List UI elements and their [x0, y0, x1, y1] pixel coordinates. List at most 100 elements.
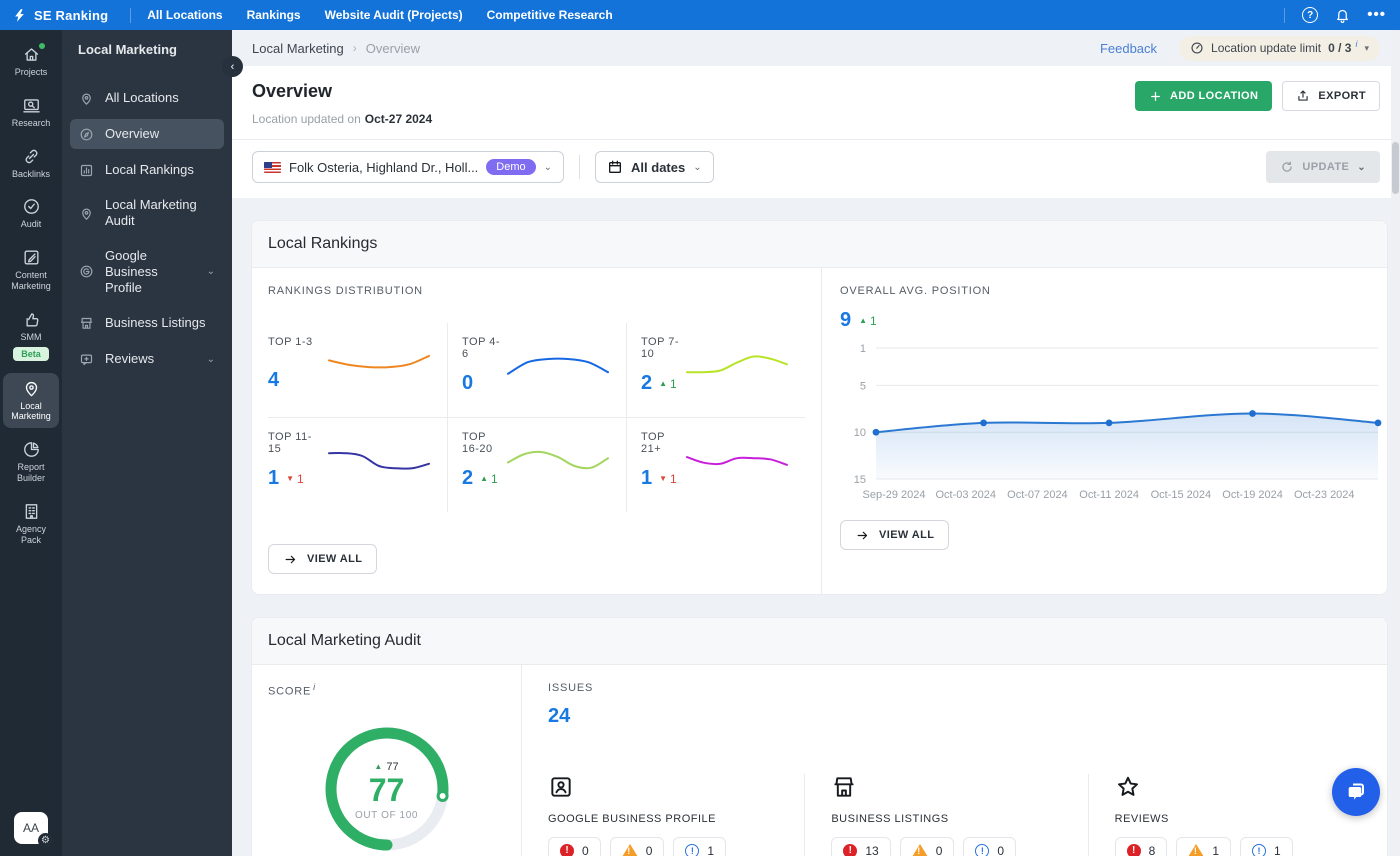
sidebar-item-local-marketing-audit[interactable]: Local Marketing Audit	[70, 191, 224, 236]
rail-item-audit[interactable]: Audit	[3, 191, 59, 236]
nav-competitive-research[interactable]: Competitive Research	[487, 8, 613, 22]
rail-item-projects[interactable]: Projects	[3, 39, 59, 84]
svg-text:10: 10	[854, 427, 866, 439]
gear-icon[interactable]: ⚙	[38, 833, 53, 848]
errors-badge[interactable]: ! 13	[831, 837, 891, 856]
location-select[interactable]: Folk Osteria, Highland Dr., Holl... Demo…	[252, 151, 565, 183]
sidebar-item-overview[interactable]: Overview	[70, 119, 224, 149]
svg-text:Oct-23 2024: Oct-23 2024	[1294, 489, 1355, 501]
warnings-badge[interactable]: 0	[609, 837, 665, 856]
location-update-limit[interactable]: Location update limit 0 / 3 i ▾	[1179, 35, 1380, 61]
limit-value: 0 / 3	[1328, 41, 1352, 55]
card-title: Local Rankings	[252, 221, 1387, 268]
calendar-icon	[607, 159, 623, 175]
avatar[interactable]: AA ⚙	[14, 812, 53, 848]
sidebar-item-local-rankings[interactable]: Local Rankings	[70, 155, 224, 185]
avg-position-chart[interactable]: 1 5 10 15 Sep-29 2024 Oct-03 2024 Oct-07 2024 O…	[840, 338, 1382, 506]
rankings-view-all-button[interactable]: VIEW ALL	[268, 544, 378, 574]
feedback-link[interactable]: Feedback	[1100, 41, 1157, 56]
arrow-up-icon: ▲	[859, 316, 868, 325]
warnings-badge[interactable]: 0	[899, 837, 955, 856]
chat-widget-button[interactable]	[1332, 768, 1380, 816]
rail-item-report-builder[interactable]: Report Builder	[3, 434, 59, 490]
tile-top-1-3[interactable]: TOP 1-3 4	[268, 323, 447, 417]
sidebar-item-reviews[interactable]: Reviews ⌄	[70, 344, 224, 374]
status-dot	[39, 43, 45, 49]
storefront-icon	[831, 774, 1075, 800]
avg-position-panel: OVERALL AVG. POSITION 9 ▲ 1 1 5 10 15 Sep-29 …	[822, 268, 1387, 594]
export-button[interactable]: EXPORT	[1282, 81, 1380, 111]
sparkline	[504, 347, 612, 385]
tile-top-16-20[interactable]: TOP 16-20 2 ▲ 1	[447, 417, 626, 512]
sparkline	[504, 442, 612, 480]
tile-top-21-plus[interactable]: TOP 21+ 1 ▼ 1	[626, 417, 805, 512]
nav-website-audit[interactable]: Website Audit (Projects)	[325, 8, 463, 22]
info-superscript: i	[1355, 38, 1358, 49]
notice-icon: !	[685, 843, 700, 856]
speedometer-icon	[1190, 41, 1204, 55]
audit-issues-panel: ISSUES 24 GOOGLE BUSINESS PROFILE !0 0 !…	[522, 665, 1387, 856]
error-icon: !	[1126, 843, 1141, 856]
arrow-right-icon	[855, 529, 870, 542]
storefront-icon	[79, 316, 94, 331]
nav-rankings[interactable]: Rankings	[247, 8, 301, 22]
svg-text:Oct-11 2024: Oct-11 2024	[1079, 489, 1139, 501]
audit-section-google-business-profile: GOOGLE BUSINESS PROFILE !0 0 !1	[548, 774, 804, 856]
location-updated-line: Location updated on Oct-27 2024	[252, 112, 433, 126]
breadcrumb-parent[interactable]: Local Marketing	[252, 41, 344, 56]
filter-bar: Folk Osteria, Highland Dr., Holl... Demo…	[232, 139, 1400, 198]
rail-item-agency-pack[interactable]: Agency Pack	[3, 496, 59, 552]
rail-item-research[interactable]: Research	[3, 90, 59, 135]
notifications-bell-icon[interactable]	[1335, 8, 1350, 23]
se-ranking-logo[interactable]: SE Ranking	[12, 8, 108, 23]
star-icon	[1115, 774, 1359, 800]
rankings-distribution-panel: RANKINGS DISTRIBUTION TOP 1-3 4 TOP 4-6 …	[252, 268, 822, 594]
help-icon[interactable]: ?	[1302, 7, 1319, 23]
sidebar-item-business-listings[interactable]: Business Listings	[70, 308, 224, 338]
notices-badge[interactable]: ! 0	[963, 837, 1017, 856]
local-rankings-card: Local Rankings RANKINGS DISTRIBUTION TOP…	[251, 220, 1388, 595]
errors-badge[interactable]: ! 8	[1114, 837, 1168, 856]
rail-item-content-marketing[interactable]: Content Marketing	[3, 242, 59, 298]
sidebar-item-google-business-profile[interactable]: Google Business Profile ⌄	[70, 242, 224, 303]
scrollbar-track[interactable]	[1391, 30, 1400, 856]
update-button[interactable]: UPDATE ⌄	[1266, 151, 1380, 183]
brand-name: SE Ranking	[34, 7, 109, 23]
errors-badge[interactable]: ! 0	[548, 837, 601, 856]
divider	[130, 7, 132, 23]
chevron-down-icon: ⌄	[206, 353, 215, 365]
home-icon	[22, 45, 41, 64]
edit-icon	[22, 248, 41, 267]
scrollbar-thumb[interactable]	[1392, 142, 1399, 194]
sidebar-collapse-button[interactable]: ‹	[222, 56, 243, 77]
arrow-up-icon: ▲	[374, 762, 383, 772]
updated-date: Oct-27 2024	[364, 112, 433, 126]
tile-top-7-10[interactable]: TOP 7-10 2 ▲ 1	[626, 323, 805, 417]
warning-icon	[911, 844, 928, 856]
section-label: RANKINGS DISTRIBUTION	[268, 285, 423, 297]
issues-value: 24	[548, 705, 571, 727]
sparkline	[683, 347, 791, 385]
audit-section-business-listings: BUSINESS LISTINGS !13 0 !0	[804, 774, 1087, 856]
rail-item-smm[interactable]: SMM Beta	[3, 304, 59, 367]
score-delta: ▲ 77	[374, 760, 399, 773]
check-circle-icon	[22, 197, 41, 216]
notices-badge[interactable]: ! 1	[1240, 837, 1293, 856]
page-title: Overview	[252, 81, 333, 101]
tile-top-4-6[interactable]: TOP 4-6 0	[447, 323, 626, 417]
rail-item-backlinks[interactable]: Backlinks	[3, 141, 59, 186]
date-range-select[interactable]: All dates ⌄	[595, 151, 714, 183]
rail-item-local-marketing[interactable]: Local Marketing	[3, 372, 59, 429]
nav-all-locations[interactable]: All Locations	[147, 8, 222, 22]
breadcrumb-bar: Local Marketing › Overview Feedback Loca…	[232, 30, 1400, 66]
research-icon	[22, 96, 41, 115]
warnings-badge[interactable]: 1	[1176, 837, 1232, 856]
notices-badge[interactable]: ! 1	[673, 837, 727, 856]
sidebar-item-all-locations[interactable]: All Locations	[70, 83, 224, 113]
more-menu-icon[interactable]: •••	[1367, 7, 1386, 22]
avg-position-view-all-button[interactable]: VIEW ALL	[840, 520, 950, 550]
tile-top-11-15[interactable]: TOP 11-15 1 ▼ 1	[268, 417, 447, 512]
error-icon: !	[560, 843, 574, 856]
add-location-button[interactable]: ADD LOCATION	[1135, 81, 1273, 111]
score-value: 77	[368, 771, 405, 808]
